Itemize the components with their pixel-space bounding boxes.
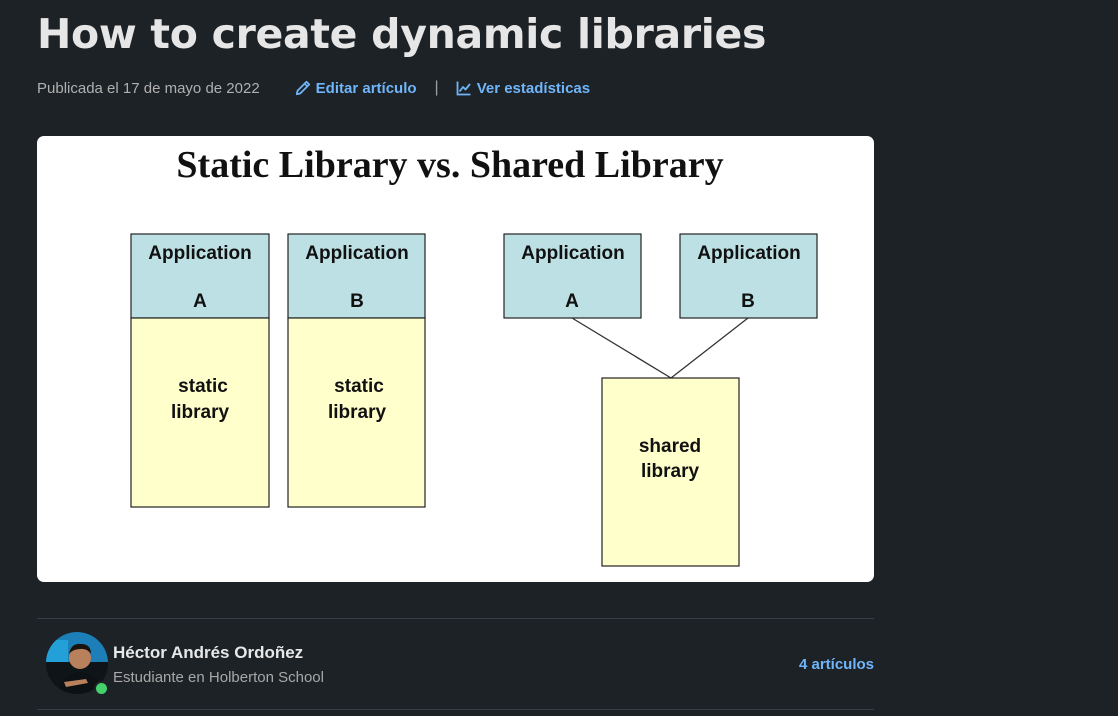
shared-lib-line2: library (641, 461, 700, 482)
view-stats-label: Ver estadísticas (476, 79, 591, 97)
static-app-b-label: Application (305, 243, 408, 264)
divider (37, 618, 874, 619)
static-application-a: Application A (130, 233, 270, 319)
line-chart-icon (456, 81, 471, 96)
static-app-b-letter: B (350, 291, 364, 312)
static-library-a: static library (130, 317, 270, 508)
static-lib-b-line2: library (328, 402, 387, 423)
article-meta: Publicada el 17 de mayo de 2022 Editar a… (37, 78, 590, 98)
connector-line-a (571, 317, 672, 379)
edit-article-link[interactable]: Editar artículo (295, 80, 417, 97)
diagram-heading: Static Library vs. Shared Library (176, 144, 723, 186)
static-lib-b-line1: static (334, 376, 384, 397)
static-app-a-label: Application (148, 243, 251, 264)
author-name[interactable]: Héctor Andrés Ordoñez (113, 643, 303, 663)
shared-app-b-letter: B (741, 291, 755, 312)
article-title: How to create dynamic libraries (37, 10, 767, 58)
static-app-a-letter: A (193, 291, 207, 312)
view-stats-link[interactable]: Ver estadísticas (456, 80, 590, 97)
author-card: Héctor Andrés Ordoñez Estudiante en Holb… (46, 632, 874, 696)
meta-separator: | (434, 79, 439, 96)
shared-app-a-letter: A (565, 291, 579, 312)
static-library-b: static library (287, 317, 426, 508)
static-lib-a-line2: library (171, 402, 230, 423)
divider (37, 709, 874, 710)
static-application-b: Application B (287, 233, 426, 319)
article-page: How to create dynamic libraries Publicad… (0, 0, 1118, 716)
article-cover-image: Static Library vs. Shared Library Applic… (37, 136, 874, 582)
shared-application-b: Application B (679, 233, 818, 319)
author-headline: Estudiante en Holberton School (113, 669, 324, 686)
edit-article-label: Editar artículo (315, 79, 417, 97)
shared-lib-line1: shared (639, 436, 701, 457)
shared-app-b-label: Application (697, 243, 800, 264)
shared-app-a-label: Application (521, 243, 624, 264)
pencil-icon (295, 80, 310, 96)
connector-line-b (670, 317, 749, 379)
publish-date: Publicada el 17 de mayo de 2022 (37, 79, 260, 97)
author-articles-link[interactable]: 4 artículos (799, 656, 874, 673)
static-vs-shared-diagram: Static Library vs. Shared Library Applic… (130, 144, 818, 567)
online-status-icon (94, 681, 109, 696)
shared-application-a: Application A (503, 233, 642, 319)
shared-library: shared library (601, 377, 740, 567)
static-lib-a-line1: static (178, 376, 228, 397)
